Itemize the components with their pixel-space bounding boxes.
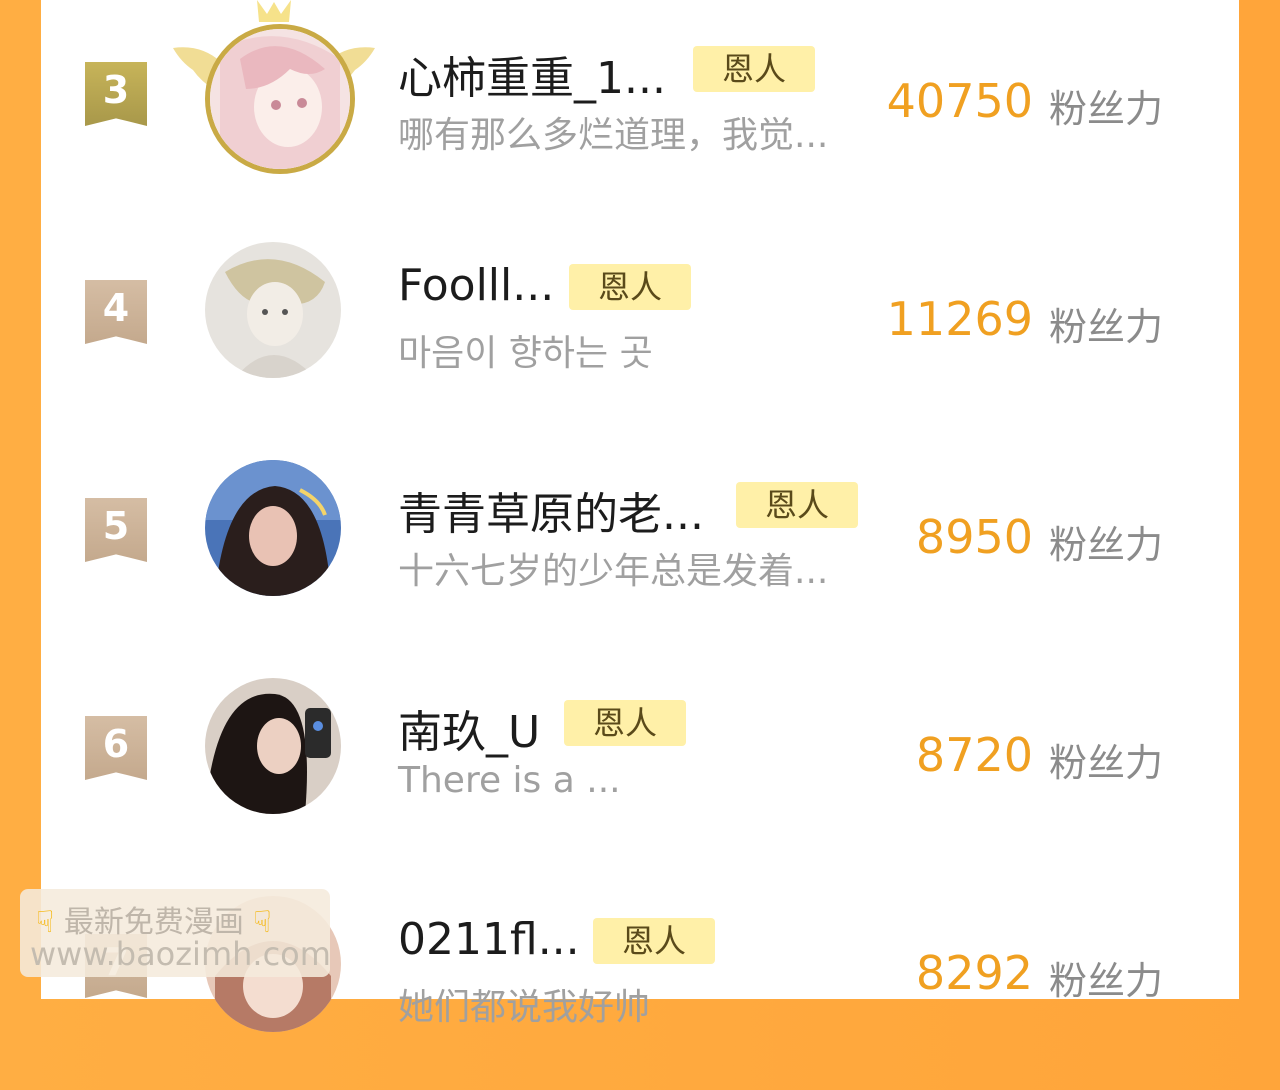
rank-ribbon: 4	[85, 280, 147, 344]
fans-power-label: 粉丝力	[1049, 741, 1164, 785]
user-name[interactable]: Foolll...	[398, 260, 554, 311]
fans-power-label: 粉丝力	[1049, 87, 1164, 131]
fans-power-value: 11269	[886, 292, 1033, 346]
list-item[interactable]: 6 南玖_U 恩人 There is a ... 8720 粉丝力	[41, 654, 1239, 872]
list-item[interactable]: 5 青青草原的老... 恩人 十六七岁的少年总是发着... 8950 粉丝力	[41, 436, 1239, 654]
fans-power-value: 8950	[915, 510, 1033, 564]
leaderboard-panel: 3 心柿重重_1... 恩人 哪有那么多烂道理，我觉... 40750 粉丝力 …	[41, 0, 1239, 1032]
watermark-url: www.baozimh.com	[30, 935, 331, 973]
user-name[interactable]: 0211fl...	[398, 914, 580, 965]
avatar[interactable]	[205, 24, 355, 174]
fans-power-value: 8720	[915, 728, 1033, 782]
user-bio: 她们都说我好帅	[398, 987, 651, 1028]
fans-power-label: 粉丝力	[1049, 959, 1164, 1003]
user-bio: 十六七岁的少年总是发着...	[398, 551, 829, 592]
fans-power-label: 粉丝力	[1049, 523, 1164, 567]
fans-power-label: 粉丝力	[1049, 305, 1164, 349]
benefactor-badge: 恩人	[593, 918, 715, 964]
fans-power-value: 40750	[886, 74, 1033, 128]
rank-ribbon: 3	[85, 62, 147, 126]
user-name[interactable]: 南玖_U	[398, 696, 540, 760]
list-item[interactable]: 4 Foolll... 恩人 마음이 향하는 곳 11269 粉丝力	[41, 218, 1239, 436]
benefactor-badge: 恩人	[736, 482, 858, 528]
user-name[interactable]: 青青草原的老...	[398, 478, 704, 542]
fans-power-value: 8292	[915, 946, 1033, 1000]
avatar[interactable]	[205, 460, 341, 596]
user-name[interactable]: 心柿重重_1...	[398, 42, 666, 106]
rank-ribbon: 5	[85, 498, 147, 562]
user-bio: 마음이 향하는 곳	[398, 333, 653, 374]
list-item[interactable]: 3 心柿重重_1... 恩人 哪有那么多烂道理，我觉... 40750 粉丝力	[41, 0, 1239, 218]
rank-ribbon: 6	[85, 716, 147, 780]
user-bio: 哪有那么多烂道理，我觉...	[398, 115, 829, 156]
user-bio: There is a ...	[398, 760, 621, 801]
avatar[interactable]	[205, 242, 341, 378]
benefactor-badge: 恩人	[569, 264, 691, 310]
benefactor-badge: 恩人	[693, 46, 815, 92]
benefactor-badge: 恩人	[564, 700, 686, 746]
avatar[interactable]	[205, 678, 341, 814]
site-watermark[interactable]: ☟ 最新免费漫画 ☟ www.baozimh.com	[20, 889, 331, 977]
